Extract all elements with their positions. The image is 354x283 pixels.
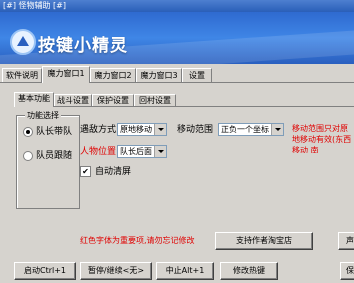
range-select[interactable]: 正负一个坐标 bbox=[218, 123, 284, 136]
encounter-label: 遇敌方式 bbox=[80, 125, 117, 135]
auto-clean-row[interactable]: ✔ 自动清屏 bbox=[80, 166, 131, 178]
clipped-right-button[interactable]: 声 bbox=[338, 232, 354, 250]
radio-follower-icon bbox=[23, 150, 33, 161]
pause-resume-button[interactable]: 暂停/继续<无> bbox=[80, 262, 152, 280]
support-author-button[interactable]: 支持作者淘宝店 bbox=[215, 232, 313, 250]
range-value: 正负一个坐标 bbox=[221, 125, 269, 134]
group-legend: 功能选择 bbox=[25, 110, 61, 121]
stop-button[interactable]: 中止Alt+1 bbox=[156, 262, 214, 280]
tab-software-info[interactable]: 软件说明 bbox=[2, 68, 42, 82]
subtab-battle[interactable]: 战斗设置 bbox=[54, 94, 92, 106]
radio-leader-icon bbox=[23, 126, 33, 137]
radio-leader-label: 队长带队 bbox=[36, 127, 73, 137]
change-hotkey-button[interactable]: 修改热键 bbox=[220, 262, 278, 280]
tab-panel: 基本功能 战斗设置 保护设置 回村设置 功能选择 队长带队 队员跟随 遇敌方式 … bbox=[0, 82, 354, 283]
tab-window-3[interactable]: 魔力窗口3 bbox=[136, 68, 182, 82]
main-tab-bar: 软件说明 魔力窗口1 魔力窗口2 魔力窗口3 设置 bbox=[0, 66, 354, 83]
tab-settings[interactable]: 设置 bbox=[182, 68, 212, 82]
tab-window-1[interactable]: 魔力窗口1 bbox=[42, 66, 90, 83]
function-groupbox: 功能选择 队长带队 队员跟随 bbox=[16, 110, 80, 209]
chevron-down-icon bbox=[154, 124, 166, 135]
save-button[interactable]: 保 bbox=[340, 262, 354, 280]
auto-clean-checkbox[interactable]: ✔ bbox=[80, 166, 91, 177]
tab-window-2[interactable]: 魔力窗口2 bbox=[90, 68, 136, 82]
subtab-return[interactable]: 回村设置 bbox=[134, 94, 176, 106]
radio-leader[interactable]: 队长带队 bbox=[23, 126, 72, 138]
radio-follower[interactable]: 队员跟随 bbox=[23, 150, 72, 162]
encounter-value: 原地移动 bbox=[120, 125, 152, 134]
banner: 按键小精灵 bbox=[0, 12, 354, 64]
person-label: 人物位置 bbox=[80, 147, 117, 157]
radio-follower-label: 队员跟随 bbox=[36, 151, 73, 161]
important-note: 红色字体为重要项,请勿忘记修改 bbox=[80, 236, 195, 245]
encounter-select[interactable]: 原地移动 bbox=[117, 123, 167, 136]
app-name: 按键小精灵 bbox=[38, 36, 128, 56]
range-note: 移动范围只对原地移动有效(东西移动 南 bbox=[292, 124, 352, 153]
range-label: 移动范围 bbox=[177, 125, 214, 135]
subtab-protect[interactable]: 保护设置 bbox=[92, 94, 134, 106]
start-button[interactable]: 启动Ctrl+1 bbox=[14, 262, 76, 280]
sub-tab-bar: 基本功能 战斗设置 保护设置 回村设置 bbox=[14, 92, 354, 107]
chevron-down-icon bbox=[271, 124, 283, 135]
auto-clean-label: 自动清屏 bbox=[95, 167, 132, 177]
title-bar: [#] 怪物辅助 [#] bbox=[0, 0, 354, 12]
chevron-down-icon bbox=[154, 146, 166, 157]
app-logo-icon bbox=[10, 29, 36, 55]
person-select[interactable]: 队长后面 bbox=[117, 145, 167, 158]
person-value: 队长后面 bbox=[120, 147, 152, 156]
subtab-basic[interactable]: 基本功能 bbox=[14, 92, 54, 107]
